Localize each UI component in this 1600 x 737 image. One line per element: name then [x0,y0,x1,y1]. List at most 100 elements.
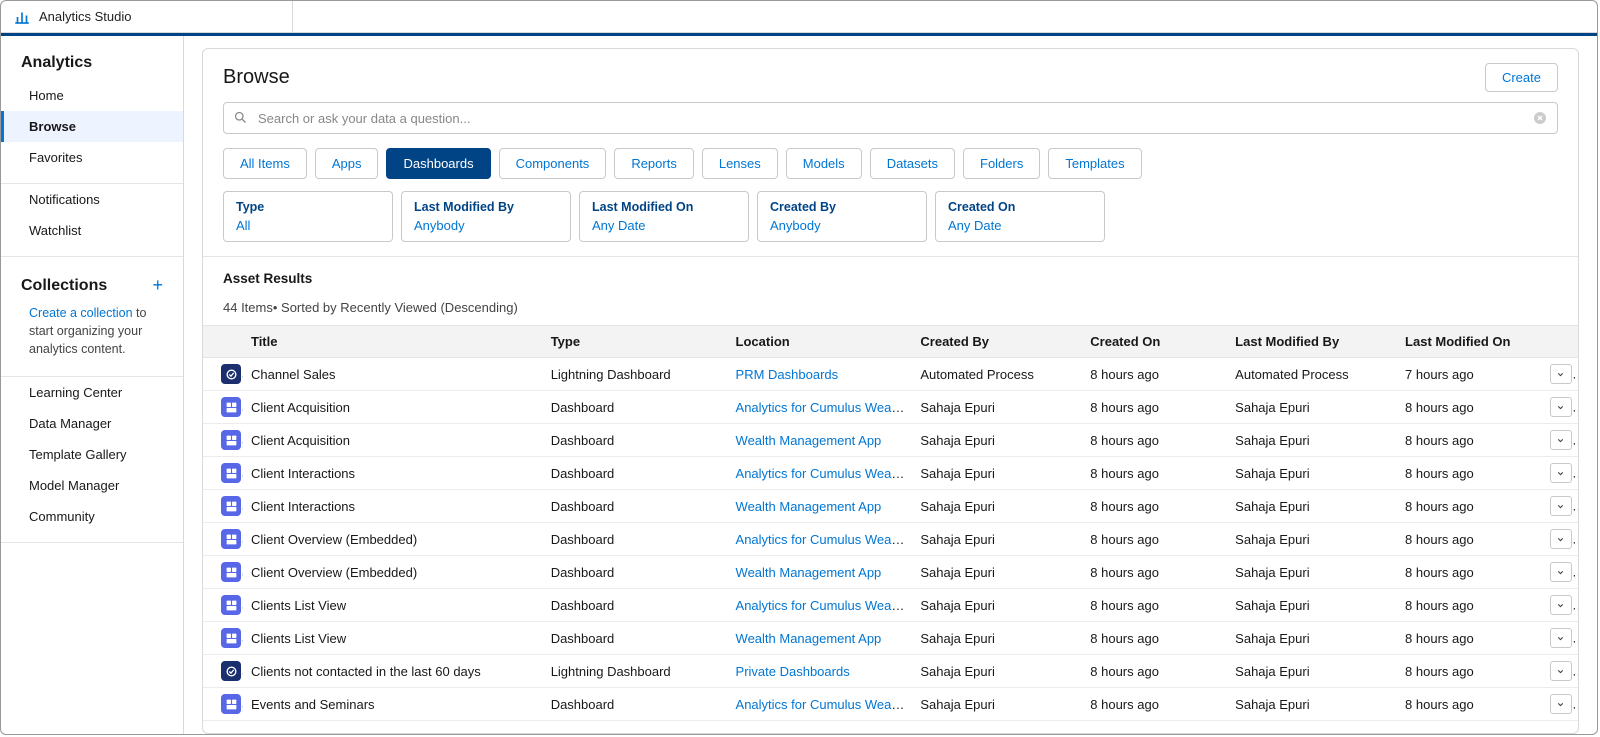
results-subheading: 44 Items• Sorted by Recently Viewed (Des… [203,290,1578,325]
filter-label: Last Modified On [592,200,736,214]
row-last-modified-on: 8 hours ago [1397,655,1542,688]
add-collection-icon[interactable]: + [152,275,163,296]
filter-value: All [236,218,380,233]
sidebar-item-watchlist[interactable]: Watchlist [1,215,183,246]
sidebar-item-template-gallery[interactable]: Template Gallery [1,439,183,470]
row-action-menu[interactable] [1550,562,1572,582]
row-location[interactable]: Wealth Management App [736,565,882,580]
column-header-location[interactable]: Location [728,326,913,358]
row-action-menu[interactable] [1550,529,1572,549]
row-action-menu[interactable] [1550,364,1572,384]
row-last-modified-on: 8 hours ago [1397,457,1542,490]
column-header-type[interactable]: Type [543,326,728,358]
filter-pill-templates[interactable]: Templates [1048,148,1141,179]
row-action-menu[interactable] [1550,661,1572,681]
row-action-menu[interactable] [1550,397,1572,417]
row-location[interactable]: Analytics for Cumulus Wealt... [736,400,909,415]
filter-created-on[interactable]: Created OnAny Date [935,191,1105,242]
table-row[interactable]: Clients not contacted in the last 60 day… [203,655,1578,688]
column-header-created-on[interactable]: Created On [1082,326,1227,358]
row-last-modified-on: 8 hours ago [1397,424,1542,457]
filter-pill-models[interactable]: Models [786,148,862,179]
row-location[interactable]: PRM Dashboards [736,367,839,382]
table-row[interactable]: Client InteractionsDashboardAnalytics fo… [203,457,1578,490]
dashboard-icon [221,628,241,648]
row-last-modified-on: 8 hours ago [1397,490,1542,523]
sidebar-item-learning-center[interactable]: Learning Center [1,377,183,408]
table-row[interactable]: Events and SeminarsDashboardAnalytics fo… [203,688,1578,721]
row-action-menu[interactable] [1550,496,1572,516]
sidebar-item-community[interactable]: Community [1,501,183,532]
filter-pill-datasets[interactable]: Datasets [870,148,955,179]
filter-pill-lenses[interactable]: Lenses [702,148,778,179]
clear-icon[interactable] [1532,110,1548,126]
sidebar-item-browse[interactable]: Browse [1,111,183,142]
row-last-modified-by: Sahaja Epuri [1227,490,1397,523]
filter-label: Type [236,200,380,214]
search-input[interactable] [223,102,1558,134]
sidebar-item-home[interactable]: Home [1,80,183,111]
row-last-modified-on: 8 hours ago [1397,523,1542,556]
row-last-modified-by: Sahaja Epuri [1227,391,1397,424]
filter-pill-folders[interactable]: Folders [963,148,1040,179]
row-created-by: Sahaja Epuri [912,688,1082,721]
table-row[interactable]: Client AcquisitionDashboardAnalytics for… [203,391,1578,424]
filter-pill-apps[interactable]: Apps [315,148,379,179]
row-last-modified-by: Automated Process [1227,358,1397,391]
sidebar-item-favorites[interactable]: Favorites [1,142,183,173]
row-created-on: 8 hours ago [1082,655,1227,688]
row-last-modified-on: 8 hours ago [1397,622,1542,655]
row-type: Lightning Dashboard [543,655,728,688]
row-action-menu[interactable] [1550,463,1572,483]
row-location[interactable]: Analytics for Cumulus Wealt... [736,697,909,712]
row-title: Client Overview (Embedded) [243,523,543,556]
column-header-last-modified-on[interactable]: Last Modified On [1397,326,1542,358]
column-header-title[interactable]: Title [243,326,543,358]
row-type: Lightning Dashboard [543,358,728,391]
row-action-menu[interactable] [1550,694,1572,714]
row-action-menu[interactable] [1550,595,1572,615]
filter-pill-reports[interactable]: Reports [614,148,694,179]
create-button[interactable]: Create [1485,63,1558,92]
sidebar-item-model-manager[interactable]: Model Manager [1,470,183,501]
table-row[interactable]: Channel SalesLightning DashboardPRM Dash… [203,358,1578,391]
table-row[interactable]: Client Overview (Embedded)DashboardWealt… [203,556,1578,589]
filter-pill-dashboards[interactable]: Dashboards [386,148,490,179]
row-created-by: Automated Process [912,358,1082,391]
row-location[interactable]: Wealth Management App [736,433,882,448]
filter-type[interactable]: Type All [223,191,393,242]
row-location[interactable]: Analytics for Cumulus Wealt... [736,532,909,547]
app-logo[interactable]: Analytics Studio [13,8,132,26]
results-table: TitleTypeLocationCreated ByCreated OnLas… [203,325,1578,721]
row-action-menu[interactable] [1550,628,1572,648]
row-location[interactable]: Analytics for Cumulus Wealt... [736,598,909,613]
sidebar-item-notifications[interactable]: Notifications [1,184,183,215]
row-created-on: 8 hours ago [1082,523,1227,556]
filter-pill-components[interactable]: Components [499,148,607,179]
row-last-modified-on: 8 hours ago [1397,589,1542,622]
column-header-last-modified-by[interactable]: Last Modified By [1227,326,1397,358]
sidebar-item-data-manager[interactable]: Data Manager [1,408,183,439]
filter-created-by[interactable]: Created ByAnybody [757,191,927,242]
filter-last-modified-by[interactable]: Last Modified ByAnybody [401,191,571,242]
table-row[interactable]: Client AcquisitionDashboardWealth Manage… [203,424,1578,457]
row-created-on: 8 hours ago [1082,457,1227,490]
table-row[interactable]: Clients List ViewDashboardWealth Managem… [203,622,1578,655]
sidebar-heading: Collections+ [1,257,183,304]
row-location[interactable]: Analytics for Cumulus Wealt... [736,466,909,481]
row-location[interactable]: Private Dashboards [736,664,850,679]
row-created-by: Sahaja Epuri [912,391,1082,424]
filter-pill-all-items[interactable]: All Items [223,148,307,179]
results-heading: Asset Results [203,257,1578,290]
row-last-modified-on: 7 hours ago [1397,358,1542,391]
row-location[interactable]: Wealth Management App [736,631,882,646]
row-action-menu[interactable] [1550,430,1572,450]
row-location[interactable]: Wealth Management App [736,499,882,514]
table-row[interactable]: Clients List ViewDashboardAnalytics for … [203,589,1578,622]
table-row[interactable]: Client InteractionsDashboardWealth Manag… [203,490,1578,523]
table-row[interactable]: Client Overview (Embedded)DashboardAnaly… [203,523,1578,556]
column-header-created-by[interactable]: Created By [912,326,1082,358]
collections-description: Create a collection to start organizing … [1,304,183,366]
filter-last-modified-on[interactable]: Last Modified OnAny Date [579,191,749,242]
create-collection-link[interactable]: Create a collection [29,306,133,320]
